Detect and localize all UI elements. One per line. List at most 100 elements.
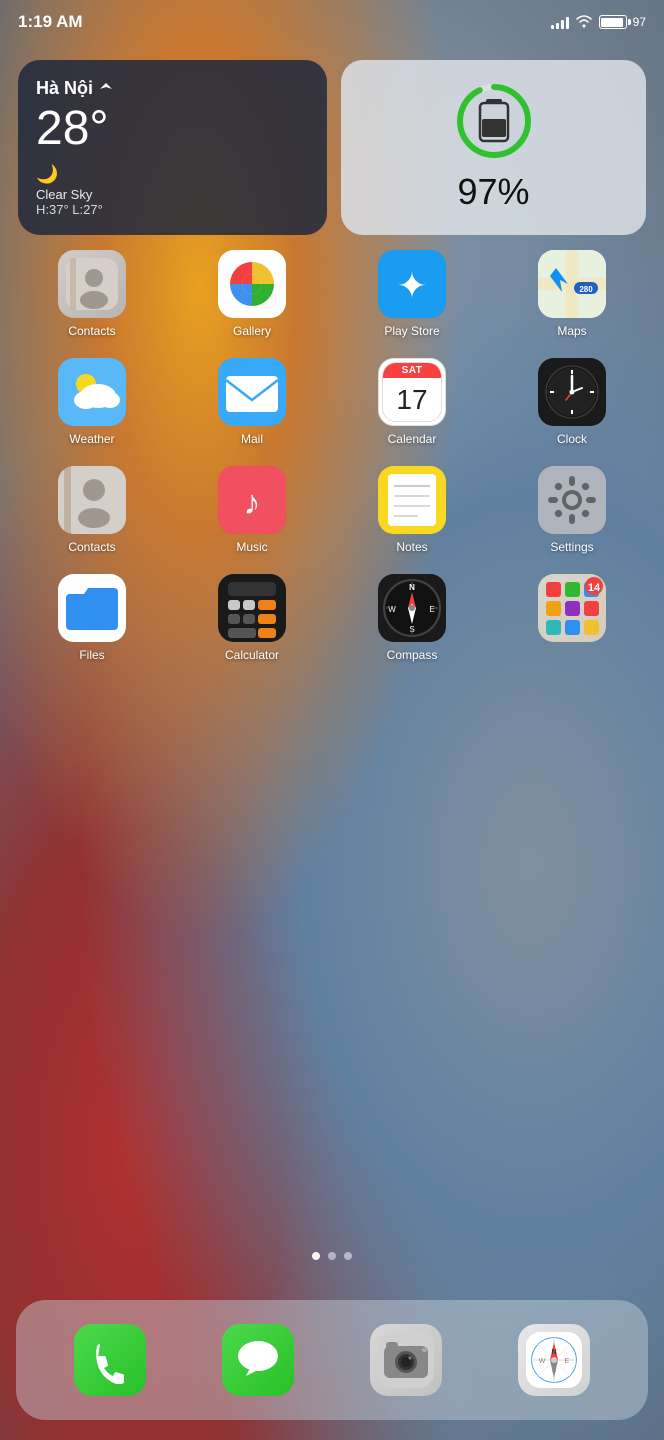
app-grid: Contacts — [12, 250, 652, 682]
app-weather[interactable]: Weather — [52, 358, 132, 446]
weather-temp: 28° — [36, 103, 309, 156]
calendar-day: 17 — [383, 378, 441, 421]
weather-icon — [58, 358, 126, 426]
calendar-month: SAT — [383, 363, 441, 378]
settings-icon — [538, 466, 606, 534]
page-dots — [0, 1252, 664, 1260]
folder-label — [570, 648, 573, 662]
widgets-row: Hà Nội 28° 🌙 Clear Sky H:37° L:27° 97% — [18, 60, 646, 235]
signal-bar-1 — [551, 25, 554, 29]
svg-text:W: W — [539, 1358, 546, 1365]
playstore-icon: ✦ — [378, 250, 446, 318]
contacts2-icon — [58, 466, 126, 534]
battery-ring — [454, 81, 534, 161]
notes-icon — [378, 466, 446, 534]
status-bar: 1:19 AM 97 — [0, 0, 664, 44]
notes-label: Notes — [396, 540, 427, 554]
app-row-2: Weather Mail SAT 17 Calendar — [12, 358, 652, 446]
app-row-3: Contacts ♪ Music — [12, 466, 652, 554]
signal-icon — [551, 15, 569, 29]
maps-label: Maps — [557, 324, 586, 338]
weather-icon-row: 🌙 — [36, 164, 309, 185]
dock-camera[interactable] — [370, 1324, 442, 1396]
app-mail[interactable]: Mail — [212, 358, 292, 446]
app-calendar[interactable]: SAT 17 Calendar — [372, 358, 452, 446]
music-icon: ♪ — [218, 466, 286, 534]
app-playstore[interactable]: ✦ Play Store — [372, 250, 452, 338]
phone-icon — [74, 1324, 146, 1396]
app-folder[interactable]: 14 — [532, 574, 612, 662]
app-settings[interactable]: Settings — [532, 466, 612, 554]
dock-safari[interactable]: N S W E — [518, 1324, 590, 1396]
app-contacts2[interactable]: Contacts — [52, 466, 132, 554]
app-notes[interactable]: Notes — [372, 466, 452, 554]
gallery-icon — [218, 250, 286, 318]
calculator-label: Calculator — [225, 648, 279, 662]
clock-icon — [538, 358, 606, 426]
page-dot-1[interactable] — [312, 1252, 320, 1260]
calculator-icon — [218, 574, 286, 642]
wifi-icon — [575, 14, 593, 31]
files-label: Files — [79, 648, 104, 662]
app-files[interactable]: Files — [52, 574, 132, 662]
dock-messages[interactable] — [222, 1324, 294, 1396]
signal-bar-4 — [566, 17, 569, 29]
clock-label: Clock — [557, 432, 587, 446]
calendar-label: Calendar — [388, 432, 437, 446]
playstore-label: Play Store — [384, 324, 439, 338]
signal-bar-3 — [561, 20, 564, 29]
battery-widget[interactable]: 97% — [341, 60, 646, 235]
maps-icon: 280 — [538, 250, 606, 318]
gallery-label: Gallery — [233, 324, 271, 338]
safari-icon: N S W E — [518, 1324, 590, 1396]
page-dot-2[interactable] — [328, 1252, 336, 1260]
battery-text: 97 — [633, 15, 646, 29]
app-maps[interactable]: 280 Maps — [532, 250, 612, 338]
signal-bar-2 — [556, 23, 559, 29]
svg-text:♪: ♪ — [244, 484, 261, 522]
app-row-4: Files Calculator — [12, 574, 652, 662]
weather-hl: H:37° L:27° — [36, 202, 309, 217]
battery-percent: 97% — [457, 171, 529, 213]
app-gallery[interactable]: Gallery — [212, 250, 292, 338]
weather-desc: Clear Sky — [36, 187, 309, 202]
svg-text:W: W — [388, 605, 396, 614]
contacts-label: Contacts — [68, 324, 115, 338]
status-icons: 97 — [551, 14, 646, 31]
mail-icon — [218, 358, 286, 426]
svg-text:E: E — [565, 1358, 570, 1365]
messages-icon — [222, 1324, 294, 1396]
battery-fill — [601, 18, 622, 27]
location-icon — [99, 82, 113, 96]
app-clock[interactable]: Clock — [532, 358, 612, 446]
svg-text:280: 280 — [579, 285, 593, 294]
svg-text:N: N — [551, 1349, 556, 1356]
folder-icon: 14 — [538, 574, 606, 642]
dock-phone[interactable] — [74, 1324, 146, 1396]
mail-label: Mail — [241, 432, 263, 446]
status-time: 1:19 AM — [18, 12, 83, 32]
app-contacts[interactable]: Contacts — [52, 250, 132, 338]
camera-icon — [370, 1324, 442, 1396]
svg-text:✦: ✦ — [397, 265, 427, 306]
app-row-1: Contacts — [12, 250, 652, 338]
compass-label: Compass — [387, 648, 438, 662]
weather-widget[interactable]: Hà Nội 28° 🌙 Clear Sky H:37° L:27° — [18, 60, 327, 235]
app-music[interactable]: ♪ Music — [212, 466, 292, 554]
files-icon — [58, 574, 126, 642]
calendar-icon: SAT 17 — [378, 358, 446, 426]
svg-text:S: S — [552, 1367, 557, 1374]
battery-icon — [599, 15, 627, 29]
svg-text:E: E — [429, 605, 434, 614]
svg-text:14: 14 — [588, 582, 601, 594]
compass-icon: N S W E — [378, 574, 446, 642]
contacts-icon — [58, 250, 126, 318]
music-label: Music — [236, 540, 267, 554]
app-calculator[interactable]: Calculator — [212, 574, 292, 662]
page-dot-3[interactable] — [344, 1252, 352, 1260]
app-compass[interactable]: N S W E Compass — [372, 574, 452, 662]
contacts2-label: Contacts — [68, 540, 115, 554]
weather-city: Hà Nội — [36, 78, 309, 99]
weather-label: Weather — [69, 432, 114, 446]
settings-label: Settings — [550, 540, 593, 554]
